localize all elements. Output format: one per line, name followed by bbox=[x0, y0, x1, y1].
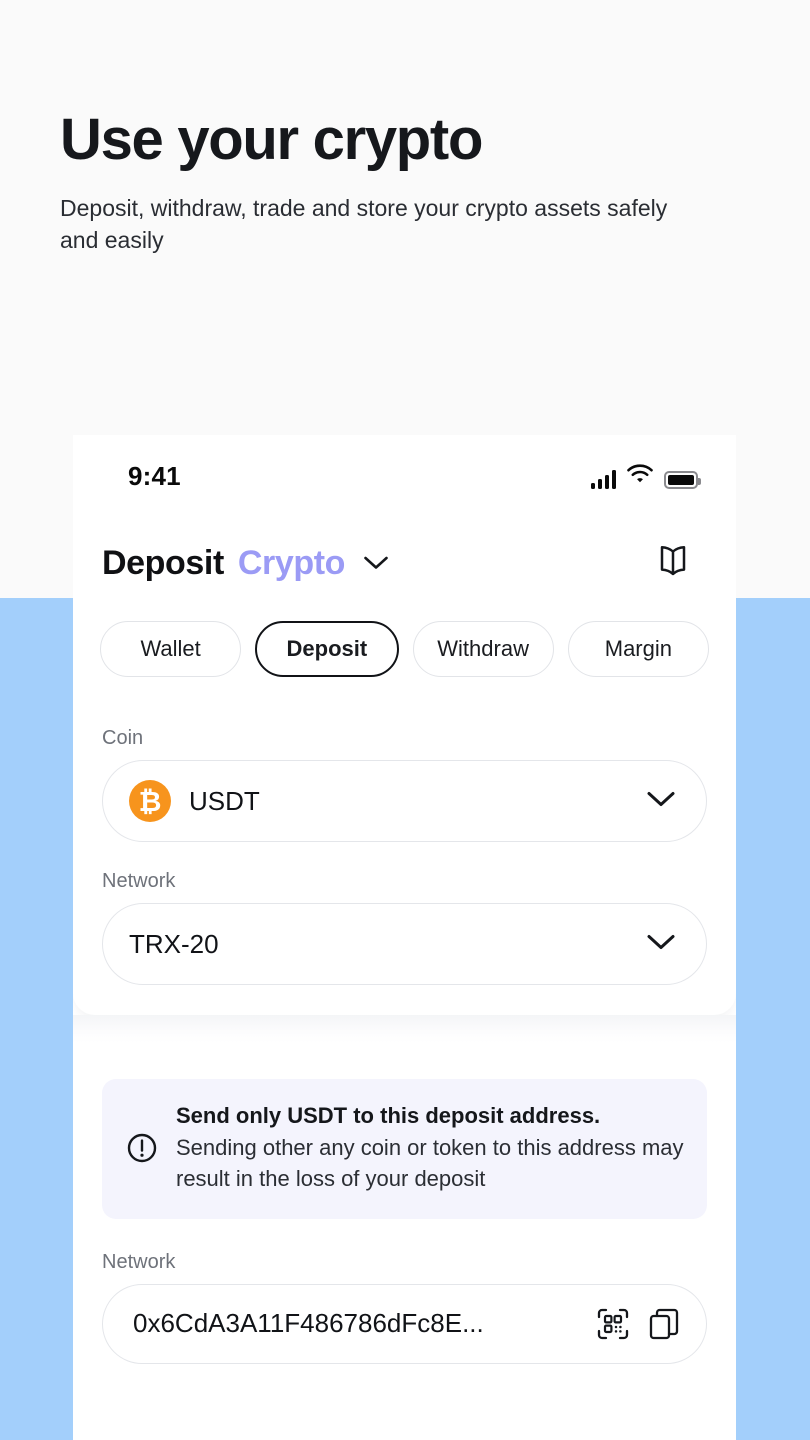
coin-value: USDT bbox=[189, 785, 260, 816]
page-subtitle: Deposit, withdraw, trade and store your … bbox=[60, 194, 668, 253]
network-select[interactable]: TRX-20 bbox=[102, 903, 707, 985]
hero-section: Use your crypto Deposit, withdraw, trade… bbox=[60, 107, 740, 256]
exclamation-circle-icon bbox=[126, 1132, 158, 1164]
screen-title-accent: Crypto bbox=[237, 543, 346, 582]
segment-tabs: Wallet Deposit Withdraw Margin bbox=[73, 599, 736, 677]
wifi-icon bbox=[627, 463, 653, 489]
warning-title: Send only USDT to this deposit address. bbox=[176, 1103, 601, 1128]
status-bar: 9:41 bbox=[73, 435, 736, 517]
chevron-down-icon[interactable] bbox=[646, 933, 676, 956]
tab-margin[interactable]: Margin bbox=[567, 621, 709, 677]
cellular-signal-icon bbox=[590, 469, 616, 489]
phone-mockup: 9:41 Deposit Crypto Wallet Deposit Withd… bbox=[73, 435, 736, 1440]
fields-card: Coin ₿ USDT Network TRX-20 bbox=[73, 701, 736, 1015]
coin-select[interactable]: ₿ USDT bbox=[102, 760, 707, 842]
chevron-down-icon[interactable] bbox=[646, 790, 676, 813]
status-time: 9:41 bbox=[128, 460, 181, 491]
copy-icon[interactable] bbox=[648, 1307, 680, 1341]
app-header: Deposit Crypto bbox=[73, 517, 736, 599]
address-label: Network bbox=[102, 1250, 176, 1273]
deposit-address-field[interactable]: 0x6CdA3A11F486786dFc8E... bbox=[102, 1283, 707, 1364]
network-label: Network bbox=[102, 870, 176, 892]
bitcoin-icon: ₿ bbox=[129, 780, 171, 822]
deposit-address-value: 0x6CdA3A11F486786dFc8E... bbox=[133, 1308, 484, 1338]
warning-body: Sending other any coin or token to this … bbox=[176, 1135, 684, 1192]
tab-deposit[interactable]: Deposit bbox=[255, 621, 399, 677]
page-title: Use your crypto bbox=[60, 107, 483, 172]
deposit-address-block: Network 0x6CdA3A11F486786dFc8E... bbox=[102, 1251, 707, 1364]
qr-code-icon[interactable] bbox=[596, 1307, 630, 1341]
deposit-warning-banner: Send only USDT to this deposit address. … bbox=[102, 1079, 707, 1219]
book-icon[interactable] bbox=[652, 540, 694, 587]
status-indicators bbox=[590, 463, 701, 489]
network-value: TRX-20 bbox=[129, 928, 219, 959]
screen-title-primary: Deposit bbox=[102, 543, 224, 582]
tab-wallet[interactable]: Wallet bbox=[100, 621, 242, 677]
tab-withdraw[interactable]: Withdraw bbox=[412, 621, 554, 677]
address-card: Send only USDT to this deposit address. … bbox=[73, 1043, 736, 1364]
chevron-down-icon[interactable] bbox=[363, 555, 389, 571]
card-divider bbox=[73, 1015, 736, 1043]
battery-icon bbox=[664, 470, 701, 489]
screen-title[interactable]: Deposit Crypto bbox=[102, 544, 389, 583]
coin-label: Coin bbox=[102, 727, 144, 749]
